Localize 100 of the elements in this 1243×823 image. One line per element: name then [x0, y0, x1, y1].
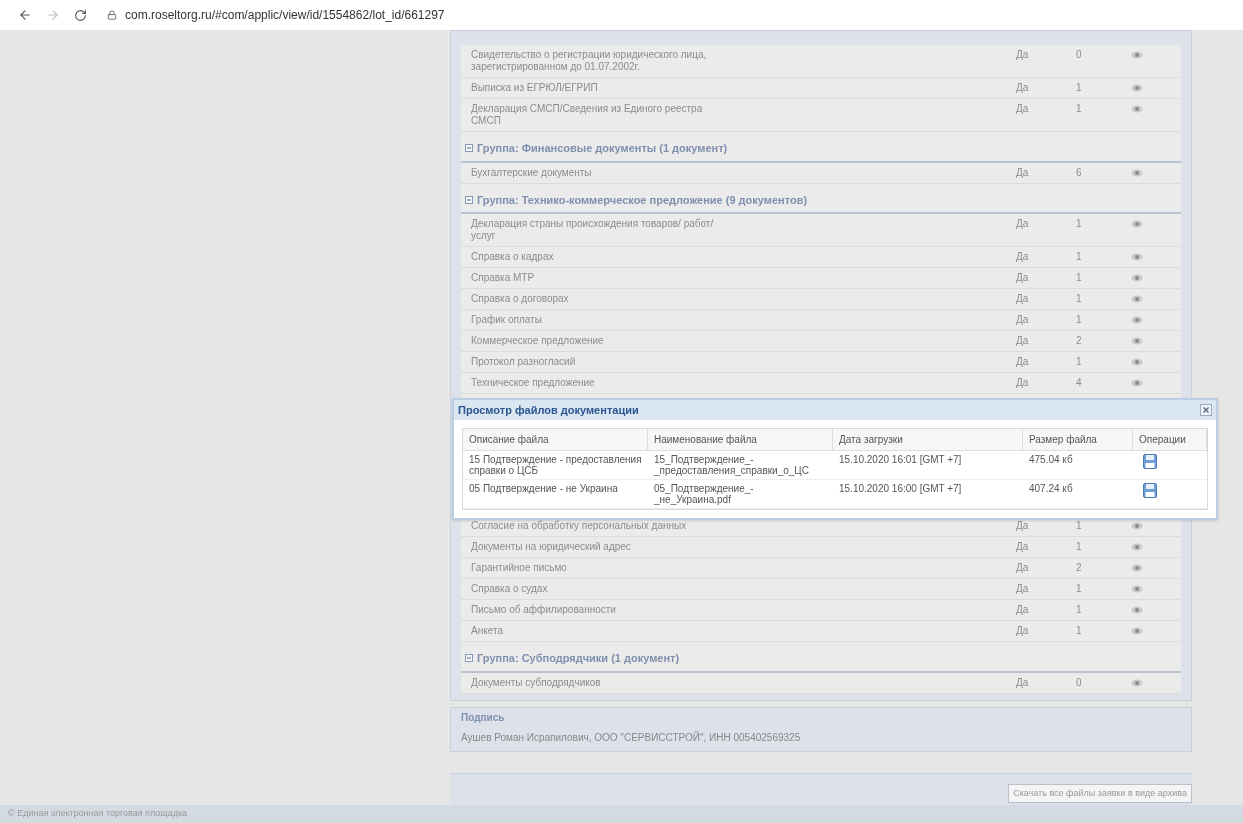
- table-cell-text: 407.24 кб: [1028, 482, 1074, 496]
- document-name: Декларация страны происхождения товаров/ работ/услуг: [471, 218, 715, 242]
- column-header[interactable]: Размер файла: [1023, 429, 1133, 450]
- eye-icon[interactable]: [1131, 219, 1143, 229]
- document-required: Да: [1016, 356, 1030, 368]
- table-cell-text: 15_Подтверждение_- _предоставления_справки_о_ЦС: [653, 453, 810, 478]
- table-cell-text: 15.10.2020 16:01 [GMT +7]: [838, 453, 963, 467]
- document-required: Да: [1016, 293, 1030, 305]
- document-count: 1: [1076, 314, 1083, 326]
- document-required: Да: [1016, 49, 1030, 61]
- collapse-icon[interactable]: [465, 654, 473, 663]
- collapse-icon[interactable]: [465, 195, 473, 204]
- column-header[interactable]: Дата загрузки: [833, 429, 1023, 450]
- document-required: Да: [1016, 272, 1030, 284]
- lock-icon: [107, 10, 117, 20]
- document-count: 1: [1076, 583, 1083, 595]
- document-name: Техническое предложение: [471, 377, 596, 389]
- document-name: Свидетельство о регистрации юридического лица, зарегистрированном до 01.07.2002г.: [471, 49, 708, 73]
- document-name: Справка о судах: [471, 583, 549, 595]
- collapse-icon[interactable]: [465, 144, 473, 153]
- eye-icon[interactable]: [1131, 584, 1143, 594]
- eye-icon[interactable]: [1131, 605, 1143, 615]
- document-name: Справка о договорах: [471, 293, 570, 305]
- eye-icon[interactable]: [1131, 167, 1143, 178]
- dialog-title: Просмотр файлов документации: [458, 402, 639, 418]
- eye-icon[interactable]: [1131, 336, 1143, 346]
- document-count: 0: [1076, 676, 1083, 689]
- table-cell-text: 05_Подтверждение_- _не_Украина.pdf: [653, 482, 755, 507]
- document-name: Анкета: [471, 625, 504, 637]
- document-name: Справка о кадрах: [471, 251, 555, 263]
- document-count: 2: [1076, 335, 1083, 347]
- document-count: 1: [1076, 272, 1083, 284]
- document-count: 1: [1076, 520, 1083, 532]
- document-required: Да: [1016, 562, 1030, 574]
- table-cell-text: 05 Подтверждение - не Украина: [468, 482, 619, 496]
- document-required: Да: [1016, 541, 1030, 553]
- document-required: Да: [1016, 335, 1030, 347]
- document-name: График оплаты: [471, 314, 543, 326]
- document-required: Да: [1016, 377, 1030, 389]
- table-cell-text: 15.10.2020 16:00 [GMT +7]: [838, 482, 963, 496]
- document-count: 1: [1076, 103, 1083, 115]
- document-count: 1: [1076, 625, 1083, 637]
- reload-icon[interactable]: [74, 8, 87, 22]
- document-name: Выписка из ЕГРЮЛ/ЕГРИП: [471, 82, 599, 94]
- column-header[interactable]: Операции: [1133, 429, 1207, 450]
- signature-text: Аушев Роман Исрапилович, ООО "СЕРВИССТРОЙ", ИНН 005402569325: [461, 730, 802, 745]
- document-name: Гарантийное письмо: [471, 562, 568, 574]
- column-header[interactable]: Описание файла: [463, 429, 648, 450]
- document-name: Декларация СМСП/Сведения из Единого реестра СМСП: [471, 103, 704, 127]
- document-required: Да: [1016, 520, 1030, 532]
- document-count: 1: [1076, 541, 1083, 553]
- document-name: Справка МТР: [471, 272, 536, 284]
- document-count: 1: [1076, 356, 1083, 368]
- document-count: 0: [1076, 49, 1083, 61]
- document-count: 4: [1076, 377, 1083, 389]
- forward-icon[interactable]: [46, 8, 60, 22]
- document-name: Бухгалтерские документы: [471, 166, 593, 179]
- document-count: 2: [1076, 562, 1083, 574]
- document-required: Да: [1016, 314, 1030, 326]
- document-count: 1: [1076, 82, 1083, 94]
- eye-icon[interactable]: [1131, 626, 1143, 636]
- document-required: Да: [1016, 82, 1030, 94]
- eye-icon[interactable]: [1131, 378, 1143, 388]
- signature-legend: Подпись: [461, 709, 1181, 725]
- document-count: 1: [1076, 251, 1083, 263]
- document-required: Да: [1016, 604, 1030, 616]
- document-count: 1: [1076, 218, 1083, 230]
- document-required: Да: [1016, 218, 1030, 230]
- document-required: Да: [1016, 583, 1030, 595]
- document-name: Документы субподрядчиков: [471, 676, 602, 689]
- eye-icon[interactable]: [1131, 542, 1143, 552]
- document-count: 1: [1076, 293, 1083, 305]
- eye-icon[interactable]: [1131, 315, 1143, 325]
- document-name: Протокол разногласий: [471, 356, 577, 368]
- column-header[interactable]: Наименование файла: [648, 429, 833, 450]
- footer-text: © Единая электронная торговая площадка: [8, 807, 188, 821]
- document-count: 1: [1076, 604, 1083, 616]
- document-required: Да: [1016, 625, 1030, 637]
- eye-icon[interactable]: [1131, 677, 1143, 688]
- eye-icon[interactable]: [1131, 521, 1143, 531]
- address-bar[interactable]: com.roseltorg.ru/#com/applic/view/id/1554862/lot_id/661297: [125, 6, 445, 24]
- document-required: Да: [1016, 103, 1030, 115]
- eye-icon[interactable]: [1131, 252, 1143, 262]
- eye-icon[interactable]: [1131, 50, 1143, 60]
- document-required: Да: [1016, 251, 1030, 263]
- eye-icon[interactable]: [1131, 357, 1143, 367]
- eye-icon[interactable]: [1131, 83, 1143, 93]
- table-cell-text: 15 Подтверждение - предоставления справки о ЦСБ: [468, 453, 643, 478]
- document-required: Да: [1016, 166, 1030, 179]
- eye-icon[interactable]: [1131, 104, 1143, 114]
- document-name: Письмо об аффилированности: [471, 604, 617, 616]
- document-name: Согласие на обработку персональных данных: [471, 520, 688, 532]
- back-icon[interactable]: [18, 8, 32, 22]
- eye-icon[interactable]: [1131, 563, 1143, 573]
- document-name: Документы на юридический адрес: [471, 541, 632, 553]
- document-name: Коммерческое предложение: [471, 335, 605, 347]
- eye-icon[interactable]: [1131, 273, 1143, 283]
- table-cell-text: 475.04 кб: [1028, 453, 1074, 467]
- eye-icon[interactable]: [1131, 294, 1143, 304]
- close-icon[interactable]: [1200, 404, 1212, 416]
